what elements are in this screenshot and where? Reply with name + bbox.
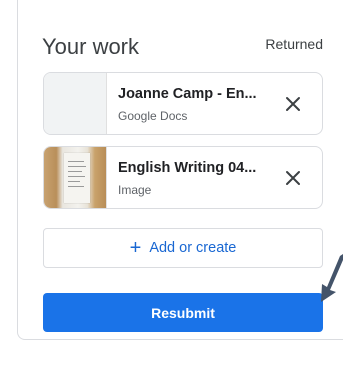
annotation-arrow-icon	[321, 254, 343, 302]
paper-photo	[64, 153, 90, 203]
close-icon	[286, 171, 300, 185]
attachment-title[interactable]: Joanne Camp - En...	[118, 86, 268, 102]
status-label: Returned	[265, 36, 323, 52]
add-or-create-button[interactable]: + Add or create	[43, 228, 323, 268]
resubmit-button[interactable]: Resubmit	[43, 293, 323, 332]
close-icon	[286, 97, 300, 111]
remove-attachment-button[interactable]	[282, 167, 304, 189]
attachment-card[interactable]: Joanne Camp - En... Google Docs	[43, 72, 323, 135]
remove-attachment-button[interactable]	[282, 93, 304, 115]
page: Your work Returned Joanne Camp - En... G…	[0, 0, 343, 369]
attachment-type: Image	[118, 183, 152, 197]
your-work-title: Your work	[42, 34, 140, 59]
resubmit-label: Resubmit	[151, 304, 215, 321]
image-thumbnail	[44, 147, 107, 208]
attachment-title[interactable]: English Writing 04...	[118, 160, 268, 176]
add-or-create-label: Add or create	[149, 240, 237, 256]
plus-icon: +	[129, 237, 142, 259]
doc-thumbnail	[44, 73, 107, 134]
attachment-card[interactable]: English Writing 04... Image	[43, 146, 323, 209]
attachment-type: Google Docs	[118, 109, 188, 123]
